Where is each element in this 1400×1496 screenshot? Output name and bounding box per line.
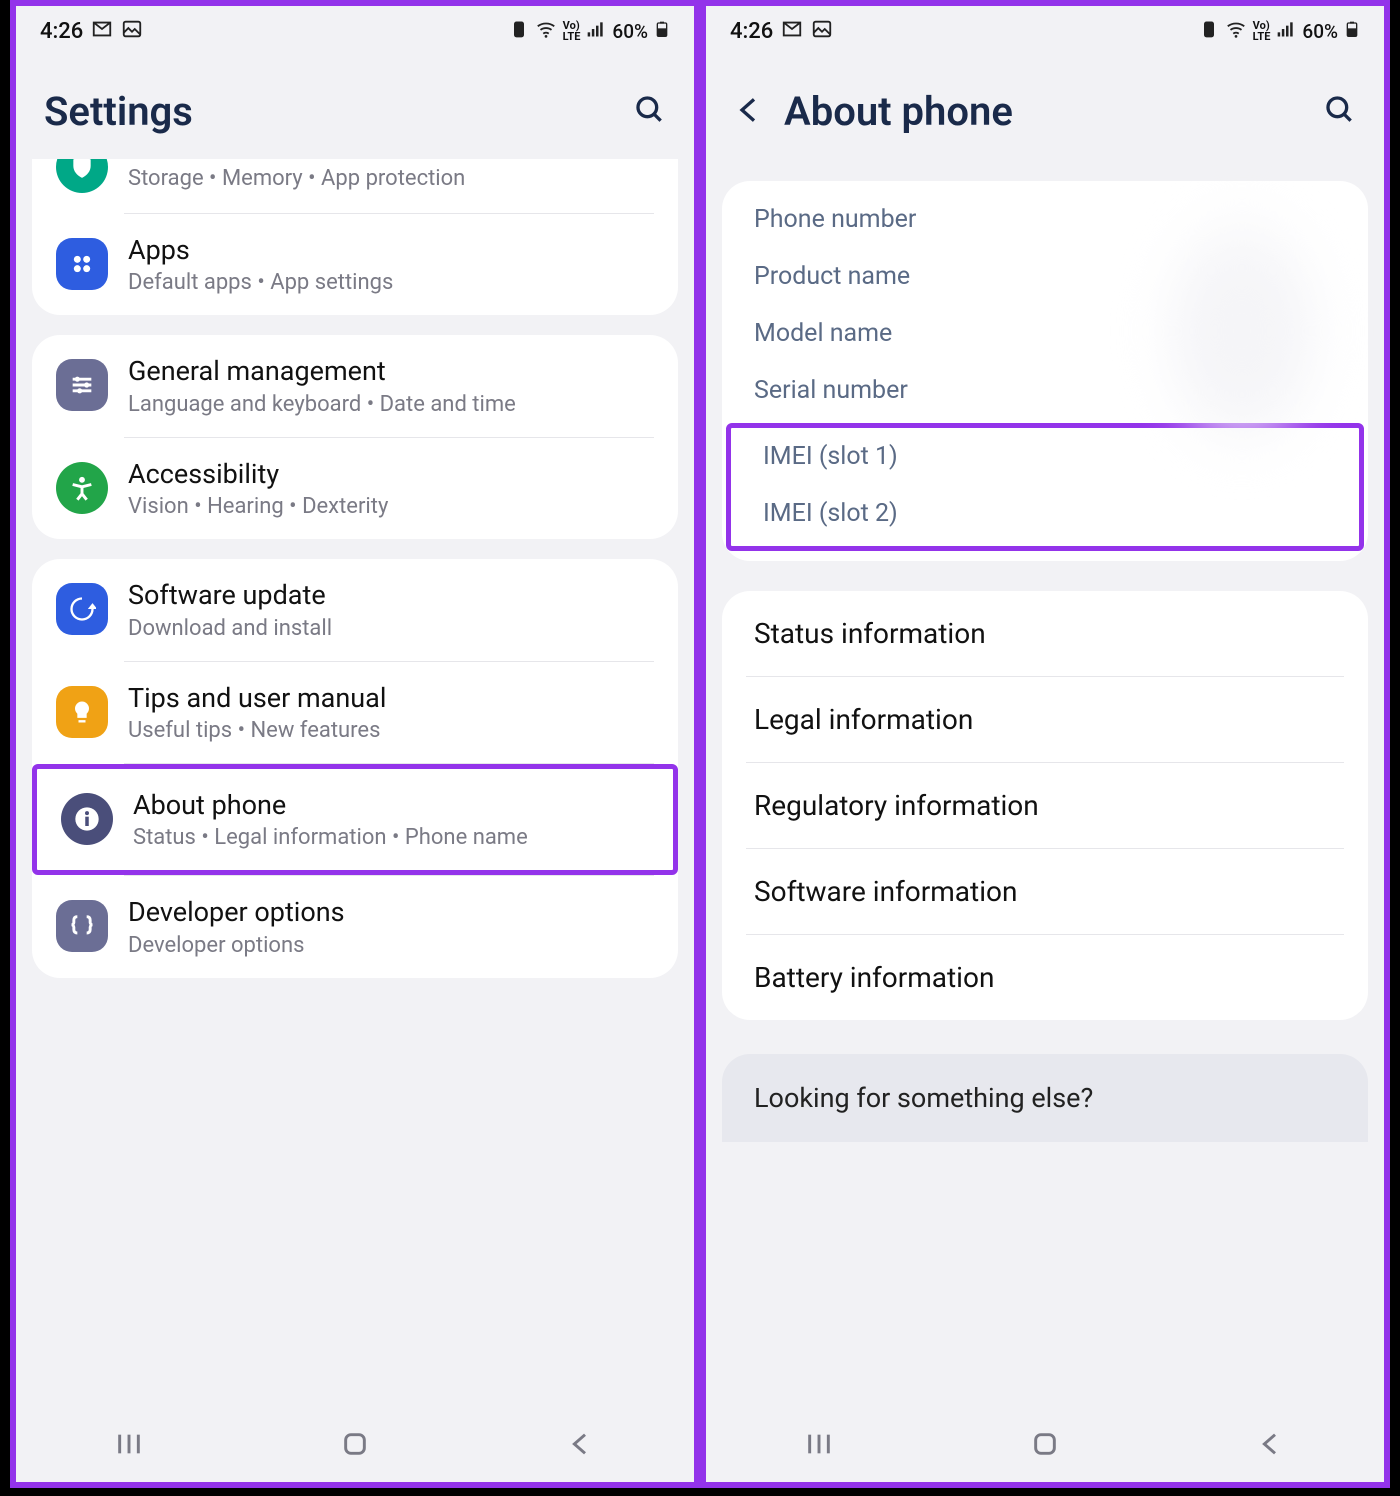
- status-bar: 4:26 Vo)LTE 60%: [706, 6, 1384, 56]
- back-button[interactable]: [1255, 1428, 1287, 1464]
- gmail-icon: [91, 18, 113, 45]
- settings-item-title: Software update: [128, 579, 654, 611]
- apps-icon: [56, 238, 108, 290]
- battery-icon: [654, 17, 670, 46]
- page-title: Settings: [44, 88, 634, 135]
- page-title: About phone: [784, 88, 1324, 135]
- nav-bar: [16, 1410, 694, 1482]
- settings-item-developer-options[interactable]: Developer options Developer options: [32, 876, 678, 977]
- wifi-icon: [535, 18, 557, 45]
- settings-item-sub: Vision • Hearing • Dexterity: [128, 494, 654, 519]
- settings-item-title: Developer options: [128, 896, 654, 928]
- settings-item-sub: Developer options: [128, 933, 654, 958]
- card-system: Software update Download and install Tip…: [32, 559, 678, 978]
- settings-item-tips[interactable]: Tips and user manual Useful tips • New f…: [32, 662, 678, 763]
- settings-item-sub: Download and install: [128, 616, 654, 641]
- signal-icon: [586, 19, 606, 44]
- gmail-icon: [781, 18, 803, 45]
- settings-item-sub: Status • Legal information • Phone name: [133, 825, 649, 850]
- settings-item-sub: Storage • Memory • App protection: [128, 166, 465, 191]
- accessibility-icon: [56, 462, 108, 514]
- card-general: General management Language and keyboard…: [32, 335, 678, 539]
- battery-percent: 60%: [612, 20, 648, 43]
- home-button[interactable]: [339, 1428, 371, 1464]
- settings-item-accessibility[interactable]: Accessibility Vision • Hearing • Dexteri…: [32, 438, 678, 539]
- list-item-software[interactable]: Software information: [722, 849, 1368, 934]
- back-button[interactable]: [565, 1428, 597, 1464]
- settings-item-title: Apps: [128, 234, 654, 266]
- settings-item-sub: Language and keyboard • Date and time: [128, 392, 654, 417]
- braces-icon: [56, 900, 108, 952]
- settings-item-title: Accessibility: [128, 458, 654, 490]
- settings-item-apps[interactable]: Apps Default apps • App settings: [32, 214, 678, 315]
- settings-item-title: About phone: [133, 789, 649, 821]
- sliders-icon: [56, 359, 108, 411]
- status-time: 4:26: [730, 19, 773, 44]
- settings-item-software-update[interactable]: Software update Download and install: [32, 559, 678, 660]
- settings-item-title: General management: [128, 355, 654, 387]
- settings-screen: 4:26 Vo)LTE 60% Settings St: [14, 4, 696, 1484]
- redacted-values: [1142, 191, 1342, 471]
- wifi-icon: [1225, 18, 1247, 45]
- battery-percent: 60%: [1302, 20, 1338, 43]
- signal-icon: [1276, 19, 1296, 44]
- settings-item-device-care[interactable]: Storage • Memory • App protection: [32, 159, 678, 213]
- info-imei-slot2[interactable]: IMEI (slot 2): [731, 485, 1359, 546]
- header: About phone: [706, 56, 1384, 159]
- settings-item-sub: Useful tips • New features: [128, 718, 654, 743]
- search-icon[interactable]: [1324, 94, 1356, 130]
- volte-icon: Vo)LTE: [563, 20, 581, 42]
- settings-item-about-phone[interactable]: About phone Status • Legal information •…: [32, 764, 678, 875]
- search-icon[interactable]: [634, 94, 666, 130]
- footer-prompt[interactable]: Looking for something else?: [722, 1054, 1368, 1142]
- about-phone-screen: 4:26 Vo)LTE 60% About phone Ph: [704, 4, 1386, 1484]
- list-item-status[interactable]: Status information: [722, 591, 1368, 676]
- settings-item-sub: Default apps • App settings: [128, 270, 654, 295]
- info-list-card: Status information Legal information Reg…: [722, 591, 1368, 1020]
- update-icon: [56, 583, 108, 635]
- bulb-icon: [56, 686, 108, 738]
- info-icon: [61, 793, 113, 845]
- shield-icon: [56, 159, 108, 193]
- home-button[interactable]: [1029, 1428, 1061, 1464]
- list-item-legal[interactable]: Legal information: [722, 677, 1368, 762]
- battery-icon: [1344, 17, 1360, 46]
- status-time: 4:26: [40, 19, 83, 44]
- settings-item-title: Tips and user manual: [128, 682, 654, 714]
- recent-apps-button[interactable]: [803, 1428, 835, 1464]
- back-icon[interactable]: [734, 94, 766, 130]
- list-item-battery[interactable]: Battery information: [722, 935, 1368, 1020]
- list-item-regulatory[interactable]: Regulatory information: [722, 763, 1368, 848]
- image-icon: [811, 18, 833, 45]
- device-info-card: Phone number Product name Model name Ser…: [722, 181, 1368, 561]
- settings-item-general-management[interactable]: General management Language and keyboard…: [32, 335, 678, 436]
- battery-saver-icon: [509, 19, 529, 44]
- nav-bar: [706, 1410, 1384, 1482]
- battery-saver-icon: [1199, 19, 1219, 44]
- card-device-care: Storage • Memory • App protection Apps D…: [32, 159, 678, 315]
- status-bar: 4:26 Vo)LTE 60%: [16, 6, 694, 56]
- volte-icon: Vo)LTE: [1253, 20, 1271, 42]
- recent-apps-button[interactable]: [113, 1428, 145, 1464]
- image-icon: [121, 18, 143, 45]
- header: Settings: [16, 56, 694, 159]
